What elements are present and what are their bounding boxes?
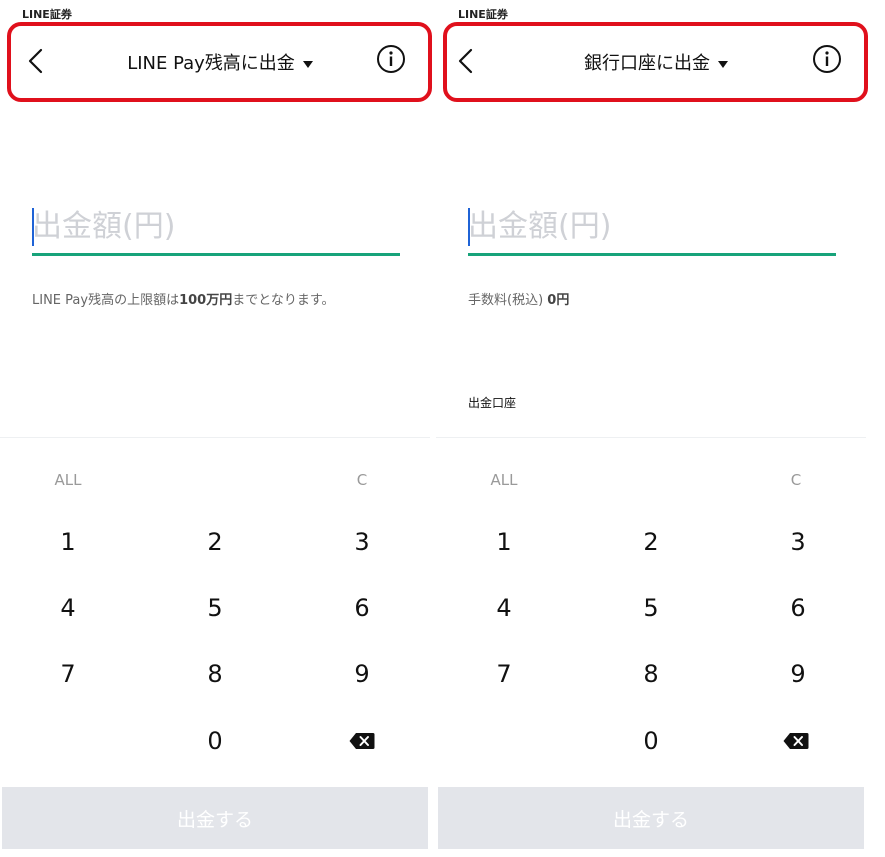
key-8[interactable]: 8 bbox=[155, 644, 275, 704]
key-9[interactable]: 9 bbox=[302, 644, 422, 704]
key-4[interactable]: 4 bbox=[444, 578, 564, 638]
key-backspace[interactable] bbox=[302, 711, 422, 771]
key-clear[interactable]: C bbox=[302, 450, 422, 510]
app-label: LINE証券 bbox=[22, 8, 72, 21]
amount-underline bbox=[32, 253, 400, 256]
withdraw-button[interactable]: 出金する bbox=[2, 787, 428, 849]
key-6[interactable]: 6 bbox=[302, 578, 422, 638]
divider bbox=[0, 437, 430, 438]
backspace-icon bbox=[783, 733, 809, 749]
amount-input[interactable] bbox=[468, 200, 836, 252]
app-label: LINE証券 bbox=[458, 8, 508, 21]
caret-down-icon bbox=[302, 60, 313, 68]
text-cursor bbox=[468, 208, 470, 246]
key-7[interactable]: 7 bbox=[444, 644, 564, 704]
key-3[interactable]: 3 bbox=[738, 512, 858, 572]
key-9[interactable]: 9 bbox=[738, 644, 858, 704]
fee-note: 手数料(税込) 0円 bbox=[468, 293, 570, 308]
key-all[interactable]: ALL bbox=[444, 450, 564, 510]
key-7[interactable]: 7 bbox=[8, 644, 128, 704]
chevron-left-icon[interactable] bbox=[26, 48, 48, 74]
key-8[interactable]: 8 bbox=[591, 644, 711, 704]
key-6[interactable]: 6 bbox=[738, 578, 858, 638]
withdraw-account-label: 出金口座 bbox=[468, 396, 517, 410]
withdraw-destination-selector[interactable]: 銀行口座に出金 bbox=[506, 49, 806, 75]
key-1[interactable]: 1 bbox=[444, 512, 564, 572]
panel-line-pay-withdrawal: LINE証券 LINE Pay残高に出金 LINE Pay残高の上限額は100万… bbox=[0, 0, 432, 857]
amount-input[interactable] bbox=[32, 200, 400, 252]
page-title: LINE Pay残高に出金 bbox=[127, 53, 295, 74]
key-2[interactable]: 2 bbox=[591, 512, 711, 572]
key-backspace[interactable] bbox=[736, 711, 856, 771]
key-clear[interactable]: C bbox=[736, 450, 856, 510]
caret-down-icon bbox=[718, 60, 728, 68]
panel-bank-withdrawal: LINE証券 銀行口座に出金 手数料(税込) 0円 出金口座 ALL C 1 2… bbox=[436, 0, 868, 857]
amount-field[interactable] bbox=[32, 200, 400, 256]
key-0[interactable]: 0 bbox=[591, 711, 711, 771]
info-circle-icon[interactable] bbox=[376, 44, 406, 74]
numeric-keypad: ALL C 1 2 3 4 5 6 7 8 9 0 bbox=[0, 450, 430, 785]
info-circle-icon[interactable] bbox=[812, 44, 842, 74]
key-1[interactable]: 1 bbox=[8, 512, 128, 572]
key-0[interactable]: 0 bbox=[155, 711, 275, 771]
text-cursor bbox=[32, 208, 34, 246]
withdraw-destination-selector[interactable]: LINE Pay残高に出金 bbox=[70, 49, 370, 75]
header: 銀行口座に出金 bbox=[443, 22, 868, 102]
key-5[interactable]: 5 bbox=[155, 578, 275, 638]
numeric-keypad: ALL C 1 2 3 4 5 6 7 8 9 0 bbox=[436, 450, 866, 785]
key-2[interactable]: 2 bbox=[155, 512, 275, 572]
key-5[interactable]: 5 bbox=[591, 578, 711, 638]
limit-note: LINE Pay残高の上限額は100万円までとなります。 bbox=[32, 293, 335, 308]
page-title: 銀行口座に出金 bbox=[584, 53, 710, 74]
withdraw-button[interactable]: 出金する bbox=[438, 787, 864, 849]
header: LINE Pay残高に出金 bbox=[7, 22, 432, 102]
key-3[interactable]: 3 bbox=[302, 512, 422, 572]
key-all[interactable]: ALL bbox=[8, 450, 128, 510]
backspace-icon bbox=[349, 733, 375, 749]
divider bbox=[436, 437, 866, 438]
chevron-left-icon[interactable] bbox=[456, 48, 478, 74]
key-4[interactable]: 4 bbox=[8, 578, 128, 638]
amount-underline bbox=[468, 253, 836, 256]
amount-field[interactable] bbox=[468, 200, 836, 256]
